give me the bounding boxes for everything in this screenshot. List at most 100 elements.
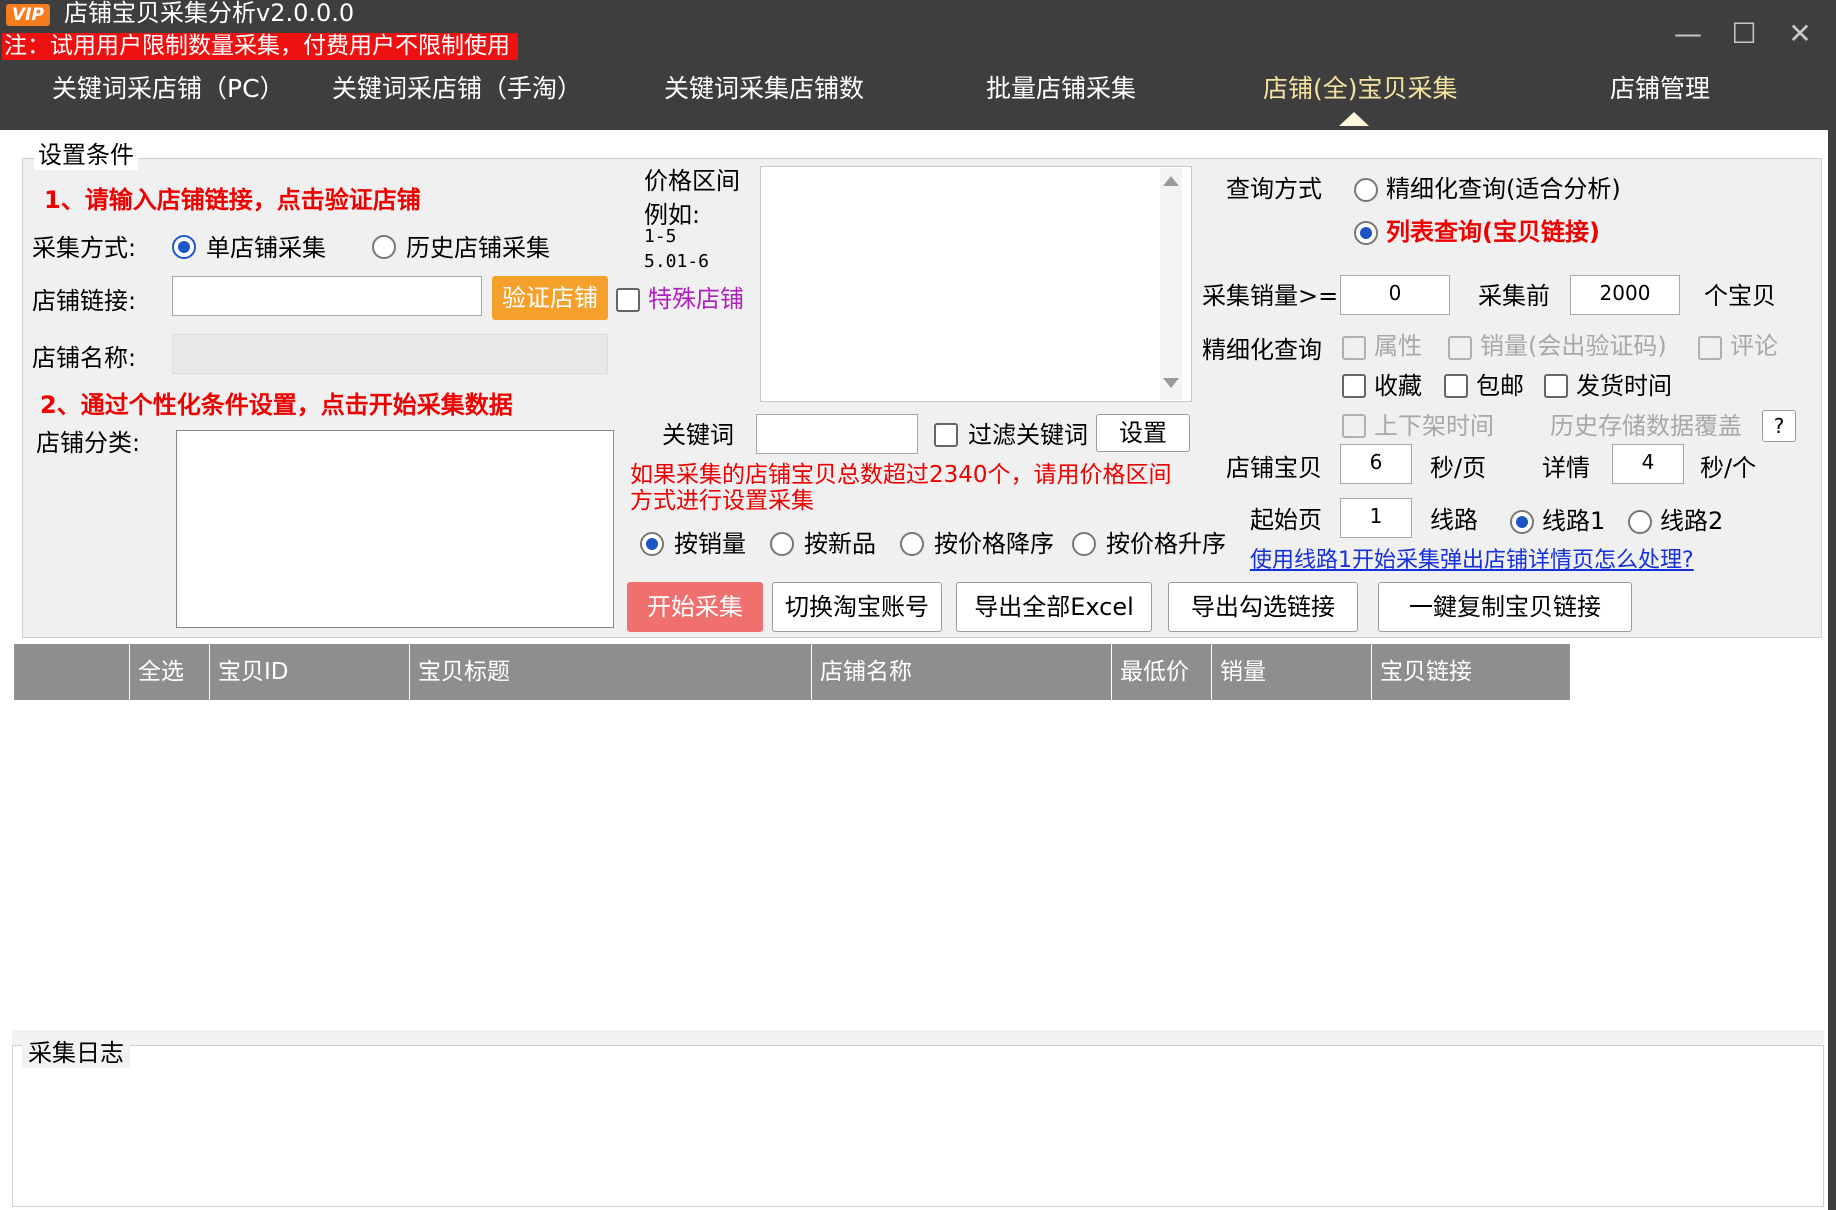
column-item-title[interactable]: 宝贝标题 [410, 644, 812, 700]
column-item-id[interactable]: 宝贝ID [210, 644, 410, 700]
sort-sales-radio[interactable] [640, 532, 664, 556]
filter-keyword-checkbox[interactable] [934, 423, 958, 447]
sort-price-asc-radio[interactable] [1072, 532, 1096, 556]
opt-onoff-label[interactable]: 上下架时间 [1374, 411, 1494, 441]
shop-items-interval-label: 店铺宝贝 [1226, 454, 1322, 482]
mode-single-label[interactable]: 单店铺采集 [206, 233, 326, 263]
log-title: 采集日志 [22, 1038, 130, 1068]
opt-fav-checkbox[interactable] [1342, 374, 1366, 398]
sort-sales-label[interactable]: 按销量 [674, 529, 746, 559]
shop-category-label: 店铺分类: [36, 429, 141, 457]
tab-keyword-shop-pc[interactable]: 关键词采店铺（PC） [52, 68, 285, 110]
column-shop-name[interactable]: 店铺名称 [812, 644, 1112, 700]
scroll-down-icon[interactable] [1163, 378, 1179, 388]
step1-instruction: 1、请输入店铺链接，点击验证店铺 [44, 186, 421, 214]
log-panel[interactable] [12, 1045, 1824, 1207]
keyword-input[interactable] [756, 414, 918, 454]
trial-notice: 注：试用用户限制数量采集，付费用户不限制使用 [2, 33, 518, 60]
settings-group-title: 设置条件 [34, 140, 138, 170]
list-query-radio[interactable] [1354, 221, 1378, 245]
step2-instruction: 2、通过个性化条件设置，点击开始采集数据 [40, 391, 513, 419]
price-range-input[interactable] [760, 166, 1192, 402]
vip-badge: VIP [6, 4, 50, 26]
scroll-up-icon[interactable] [1163, 176, 1179, 186]
shop-items-interval-input[interactable]: 6 [1340, 444, 1412, 484]
top-n-input[interactable]: 2000 [1570, 275, 1680, 315]
special-shop-checkbox[interactable] [616, 288, 640, 312]
shop-name-field [172, 334, 608, 374]
shop-link-label: 店铺链接: [32, 287, 137, 315]
tab-shop-items[interactable]: 店铺(全)宝贝采集 [1263, 68, 1458, 110]
line1-radio[interactable] [1510, 510, 1534, 534]
filter-keyword-label[interactable]: 过滤关键词 [968, 420, 1088, 450]
price-example-1: 1-5 [644, 226, 677, 247]
line2-radio[interactable] [1628, 510, 1652, 534]
sort-price-asc-label[interactable]: 按价格升序 [1106, 529, 1226, 559]
opt-shiptime-checkbox[interactable] [1544, 374, 1568, 398]
special-shop-label[interactable]: 特殊店铺 [648, 284, 744, 314]
price-range-warning: 如果采集的店铺宝贝总数超过2340个，请用价格区间方式进行设置采集 [630, 462, 1172, 514]
opt-onoff-checkbox[interactable] [1342, 414, 1366, 438]
line2-label[interactable]: 线路2 [1660, 506, 1723, 536]
tab-shop-manage[interactable]: 店铺管理 [1610, 68, 1710, 110]
help-button[interactable]: ? [1762, 410, 1796, 442]
top-n-label: 采集前 [1478, 282, 1550, 310]
opt-attr-checkbox[interactable] [1342, 336, 1366, 360]
opt-freeship-checkbox[interactable] [1444, 374, 1468, 398]
tab-keyword-shop-count[interactable]: 关键词采集店铺数 [664, 68, 864, 110]
shop-category-list[interactable] [176, 430, 614, 628]
opt-freeship-label[interactable]: 包邮 [1476, 371, 1524, 401]
opt-comment-checkbox[interactable] [1698, 336, 1722, 360]
window-border [1828, 0, 1836, 1210]
opt-sales-label[interactable]: 销量(会出验证码) [1480, 331, 1667, 361]
sort-price-desc-label[interactable]: 按价格降序 [934, 529, 1054, 559]
opt-shiptime-label[interactable]: 发货时间 [1576, 371, 1672, 401]
export-checked-button[interactable]: 导出勾选链接 [1168, 582, 1358, 632]
fine-query-label[interactable]: 精细化查询(适合分析) [1386, 174, 1621, 204]
start-collect-button[interactable]: 开始采集 [627, 582, 763, 632]
maximize-button[interactable]: ☐ [1724, 14, 1764, 54]
minimize-button[interactable]: — [1668, 14, 1708, 54]
opt-comment-label[interactable]: 评论 [1730, 331, 1778, 361]
opt-fav-label[interactable]: 收藏 [1374, 371, 1422, 401]
results-table-body[interactable] [14, 700, 1824, 1026]
list-query-label[interactable]: 列表查询(宝贝链接) [1386, 217, 1600, 247]
opt-sales-checkbox[interactable] [1448, 336, 1472, 360]
sec-per-page-label: 秒/页 [1430, 454, 1487, 482]
tab-batch-shop[interactable]: 批量店铺采集 [986, 68, 1136, 110]
line1-label[interactable]: 线路1 [1542, 506, 1605, 536]
close-button[interactable]: ✕ [1780, 14, 1820, 54]
query-method-label: 查询方式 [1226, 175, 1322, 203]
line1-help-link[interactable]: 使用线路1开始采集弹出店铺详情页怎么处理? [1250, 546, 1694, 576]
mode-history-label[interactable]: 历史店铺采集 [406, 233, 550, 263]
price-example-2: 5.01-6 [644, 251, 710, 272]
column-sales[interactable]: 销量 [1212, 644, 1372, 700]
copy-links-button[interactable]: 一鍵复制宝贝链接 [1378, 582, 1632, 632]
tab-keyword-shop-mobile[interactable]: 关键词采店铺（手淘） [332, 68, 582, 110]
shop-name-label: 店铺名称: [32, 344, 137, 372]
sort-new-label[interactable]: 按新品 [804, 529, 876, 559]
opt-attr-label[interactable]: 属性 [1374, 331, 1422, 361]
fine-query-radio[interactable] [1354, 178, 1378, 202]
keyword-settings-button[interactable]: 设置 [1096, 414, 1190, 452]
mode-history-radio[interactable] [372, 235, 396, 259]
keyword-label: 关键词 [662, 421, 734, 449]
column-select-all[interactable]: 全选 [130, 644, 210, 700]
sales-min-input[interactable]: 0 [1340, 275, 1450, 315]
column-min-price[interactable]: 最低价 [1112, 644, 1212, 700]
sec-per-item-label: 秒/个 [1700, 454, 1757, 482]
mode-single-radio[interactable] [172, 235, 196, 259]
switch-account-button[interactable]: 切换淘宝账号 [772, 582, 942, 632]
start-page-label: 起始页 [1250, 506, 1322, 534]
active-tab-indicator [1339, 112, 1369, 126]
export-all-button[interactable]: 导出全部Excel [956, 582, 1152, 632]
sort-new-radio[interactable] [770, 532, 794, 556]
price-range-scrollbar[interactable] [1160, 168, 1182, 400]
verify-shop-button[interactable]: 验证店铺 [492, 276, 608, 320]
shop-link-input[interactable] [172, 276, 482, 316]
start-page-input[interactable]: 1 [1340, 498, 1412, 538]
column-item-link[interactable]: 宝贝链接 [1372, 644, 1570, 700]
detail-interval-input[interactable]: 4 [1612, 444, 1684, 484]
fine-query-options-label: 精细化查询 [1202, 336, 1322, 364]
sort-price-desc-radio[interactable] [900, 532, 924, 556]
